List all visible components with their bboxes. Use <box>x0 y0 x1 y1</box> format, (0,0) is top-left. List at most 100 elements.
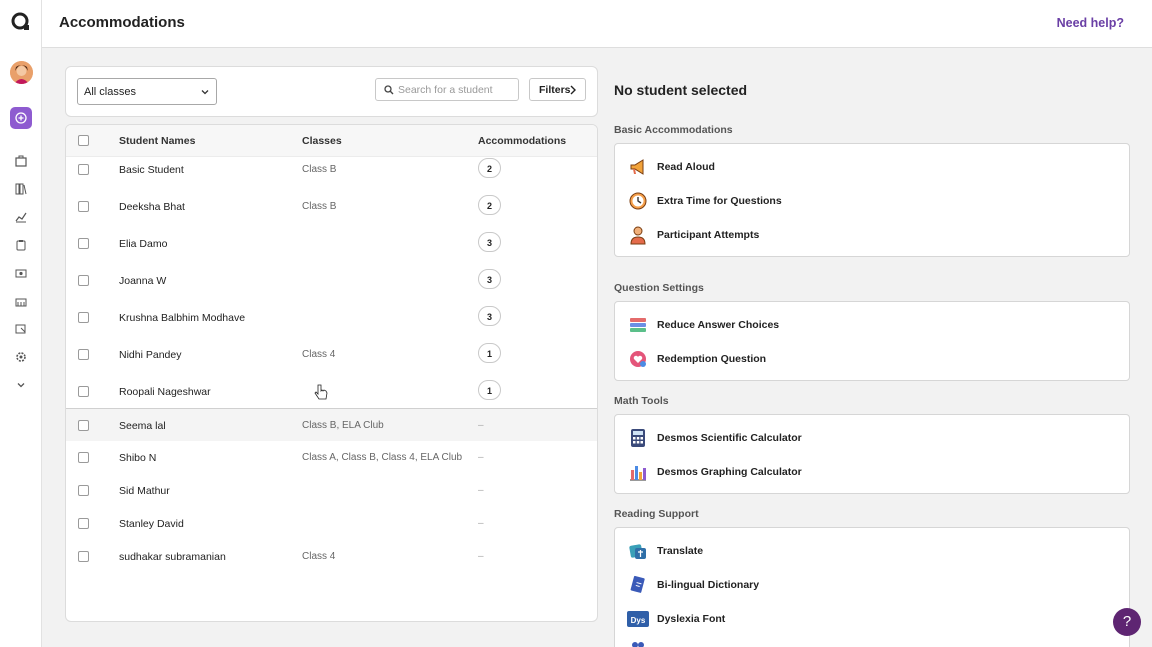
accommodation-reduce-answer-choices[interactable]: Reduce Answer Choices <box>627 313 779 337</box>
classes-icon[interactable] <box>14 266 28 280</box>
accommodation-bilingual-dictionary[interactable]: Bi-lingual Dictionary <box>627 573 759 597</box>
accommodation-read-aloud[interactable]: Read Aloud <box>627 155 715 179</box>
accommodations-icon[interactable] <box>14 322 28 336</box>
accommodation-label: Dyslexia Font <box>657 613 726 625</box>
accommodation-count-badge: 2 <box>478 195 501 215</box>
search-input[interactable]: Search for a student <box>375 78 519 101</box>
table-row[interactable]: Nidhi Pandey Class 4 1 <box>66 338 597 371</box>
accommodation-label: Translate <box>657 545 704 557</box>
accommodation-translate[interactable]: Translate <box>627 539 703 563</box>
student-classes: Class 4 <box>302 551 336 562</box>
accommodation-redemption-question[interactable]: Redemption Question <box>627 347 766 371</box>
student-name: Seema lal <box>119 420 166 432</box>
accommodation-count-badge: 1 <box>478 380 501 400</box>
need-help-link[interactable]: Need help? <box>1057 16 1124 30</box>
student-name: Krushna Balbhim Modhave <box>119 312 246 324</box>
table-row[interactable]: Krushna Balbhim Modhave 3 <box>66 301 597 334</box>
math-tools-card: Desmos Scientific Calculator Desmos Grap… <box>614 414 1130 494</box>
select-all-checkbox[interactable] <box>78 135 89 146</box>
table-row[interactable]: Joanna W 3 <box>66 264 597 297</box>
table-row[interactable]: Stanley David – <box>66 507 597 540</box>
reports-icon[interactable] <box>14 210 28 224</box>
student-classes: Class 4 <box>302 349 336 360</box>
accommodation-count-badge: 3 <box>478 306 501 326</box>
section-label: Math Tools <box>614 395 669 407</box>
student-name: Roopali Nageshwar <box>119 386 211 398</box>
accommodation-scientific-calculator[interactable]: Desmos Scientific Calculator <box>627 426 802 450</box>
accommodation-participant-attempts[interactable]: Participant Attempts <box>627 223 759 247</box>
student-classes: Class A, Class B, Class 4, ELA Club <box>302 452 463 463</box>
accommodation-count-empty: – <box>478 551 484 562</box>
accommodation-label: Extra Time for Questions <box>657 195 782 207</box>
class-select[interactable]: All classes <box>77 78 217 105</box>
student-name: Stanley David <box>119 518 184 530</box>
row-checkbox[interactable] <box>78 275 89 286</box>
help-button[interactable]: ? <box>1113 608 1141 636</box>
accommodation-extra-time[interactable]: Extra Time for Questions <box>627 189 782 213</box>
student-name: Nidhi Pandey <box>119 349 182 361</box>
class-select-value: All classes <box>84 86 136 98</box>
row-checkbox[interactable] <box>78 312 89 323</box>
create-button[interactable] <box>10 107 32 129</box>
accommodation-label: Bi-lingual Dictionary <box>657 579 760 591</box>
settings-icon[interactable] <box>14 350 28 364</box>
table-row[interactable]: Elia Damo 3 <box>66 227 597 260</box>
student-name: Elia Damo <box>119 238 168 250</box>
participant-icon <box>627 224 649 246</box>
avatar[interactable] <box>10 61 33 84</box>
search-placeholder: Search for a student <box>398 84 493 96</box>
school-icon[interactable] <box>14 294 28 308</box>
table-row[interactable]: Seema lal Class B, ELA Club – <box>66 408 597 441</box>
section-label: Reading Support <box>614 508 699 520</box>
explore-icon[interactable] <box>14 154 28 168</box>
header-student-names: Student Names <box>119 135 196 147</box>
chevron-down-icon[interactable] <box>14 378 28 392</box>
translate-icon <box>627 540 649 562</box>
row-checkbox[interactable] <box>78 518 89 529</box>
row-checkbox[interactable] <box>78 420 89 431</box>
accommodation-label: Desmos Graphing Calculator <box>657 466 802 478</box>
table-row[interactable]: Shibo N Class A, Class B, Class 4, ELA C… <box>66 441 597 474</box>
accommodation-count-badge: 3 <box>478 232 501 252</box>
quizizz-logo-icon[interactable] <box>10 11 32 33</box>
dictionary-icon <box>627 574 649 596</box>
details-title: No student selected <box>614 82 748 98</box>
accommodation-dyslexia-font[interactable]: Dys Dyslexia Font <box>627 607 725 631</box>
library-icon[interactable] <box>14 182 28 196</box>
clock-icon <box>627 190 649 212</box>
basic-accommodations-card: Read Aloud Extra Time for Questions Part… <box>614 143 1130 257</box>
table-row[interactable]: Basic Student Class B 2 <box>66 153 597 186</box>
row-checkbox[interactable] <box>78 349 89 360</box>
row-checkbox[interactable] <box>78 164 89 175</box>
accommodation-partial-item[interactable] <box>627 638 657 647</box>
people-icon <box>627 639 649 647</box>
accommodation-count-empty: – <box>478 518 484 529</box>
calculator-icon <box>627 427 649 449</box>
row-checkbox[interactable] <box>78 485 89 496</box>
student-name: Basic Student <box>119 164 184 176</box>
row-checkbox[interactable] <box>78 201 89 212</box>
pointer-cursor-icon <box>314 384 328 407</box>
student-name: Deeksha Bhat <box>119 201 185 213</box>
accommodation-count-empty: – <box>478 420 484 431</box>
row-checkbox[interactable] <box>78 551 89 562</box>
student-name: sudhakar subramanian <box>119 551 226 563</box>
row-checkbox[interactable] <box>78 452 89 463</box>
table-row[interactable]: Sid Mathur – <box>66 474 597 507</box>
clipboard-icon[interactable] <box>14 238 28 252</box>
chevron-right-icon <box>569 85 577 98</box>
table-row[interactable]: sudhakar subramanian Class 4 – <box>66 540 597 573</box>
row-checkbox[interactable] <box>78 386 89 397</box>
table-row[interactable]: Roopali Nageshwar 1 <box>66 375 597 408</box>
accommodation-label: Redemption Question <box>657 353 767 365</box>
reading-support-card: Translate Bi-lingual Dictionary Dys Dysl… <box>614 527 1130 647</box>
header-classes: Classes <box>302 135 342 147</box>
row-checkbox[interactable] <box>78 238 89 249</box>
accommodation-graphing-calculator[interactable]: Desmos Graphing Calculator <box>627 460 802 484</box>
student-name: Sid Mathur <box>119 485 170 497</box>
filters-button[interactable]: Filters <box>529 78 586 101</box>
table-row[interactable]: Deeksha Bhat Class B 2 <box>66 190 597 223</box>
student-name: Shibo N <box>119 452 157 464</box>
student-classes: Class B <box>302 201 337 212</box>
megaphone-icon <box>627 156 649 178</box>
